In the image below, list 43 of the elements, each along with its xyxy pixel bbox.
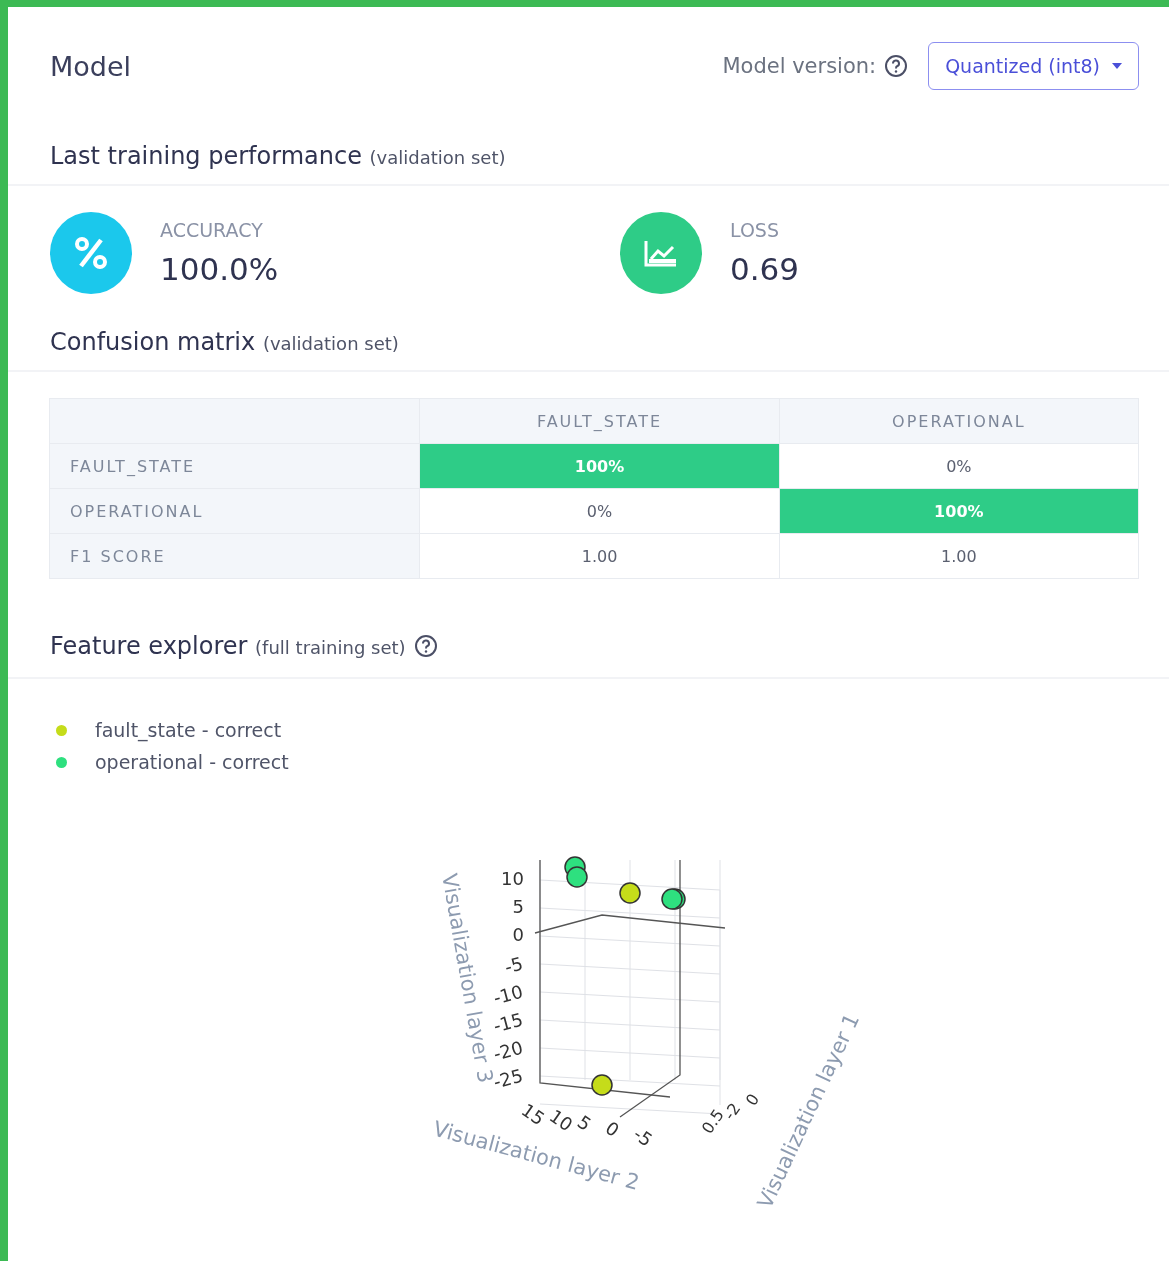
tick-label: 0	[741, 1090, 764, 1110]
data-point	[566, 866, 588, 888]
percent-icon	[73, 235, 109, 271]
legend-label: operational - correct	[95, 751, 289, 773]
legend-label: fault_state - correct	[95, 719, 282, 741]
tick-label: 0	[601, 1117, 624, 1141]
metric-value: 100.0%	[160, 251, 279, 287]
metric-label: ACCURACY	[160, 219, 264, 241]
section-title: Confusion matrix (validation set)	[50, 328, 399, 356]
metric-value: 0.69	[730, 251, 800, 287]
section-title: Last training performance (validation set)	[50, 142, 506, 170]
version-label: Model version:	[722, 54, 877, 78]
table-cell: 0%	[779, 443, 1139, 489]
column-header: FAULT_STATE	[419, 398, 780, 444]
table-cell: 1.00	[779, 533, 1139, 579]
tick-label: -10	[491, 980, 526, 1009]
tick-label: 0	[512, 924, 524, 945]
help-icon[interactable]	[413, 634, 438, 658]
tick-label: 0.5	[697, 1105, 728, 1138]
data-point	[619, 882, 641, 904]
table-cell: 100%	[419, 443, 780, 489]
row-header: F1 SCORE	[49, 533, 420, 579]
version-dropdown[interactable]: Quantized (int8)	[928, 42, 1139, 90]
column-header: OPERATIONAL	[779, 398, 1139, 444]
table-cell: 1.00	[419, 533, 780, 579]
section-title: Feature explorer (full training set)	[50, 632, 406, 660]
data-point	[591, 1074, 613, 1096]
tick-label: 5	[573, 1111, 596, 1135]
caret-icon	[1112, 63, 1122, 69]
row-header: FAULT_STATE	[49, 443, 420, 489]
row-header: OPERATIONAL	[49, 488, 420, 534]
tick-label: -5	[629, 1123, 657, 1151]
page-title: Model	[50, 50, 132, 82]
help-icon[interactable]	[884, 54, 909, 78]
chart-icon	[644, 239, 678, 267]
table-cell: 0%	[419, 488, 780, 534]
tick-label: -5	[502, 952, 526, 978]
tick-label: -15	[491, 1008, 526, 1037]
tick-label: 10	[501, 868, 524, 889]
table-cell: 100%	[779, 488, 1139, 534]
metric-label: LOSS	[730, 219, 780, 241]
tick-label: 5	[512, 896, 524, 917]
tick-label: -20	[491, 1036, 526, 1065]
